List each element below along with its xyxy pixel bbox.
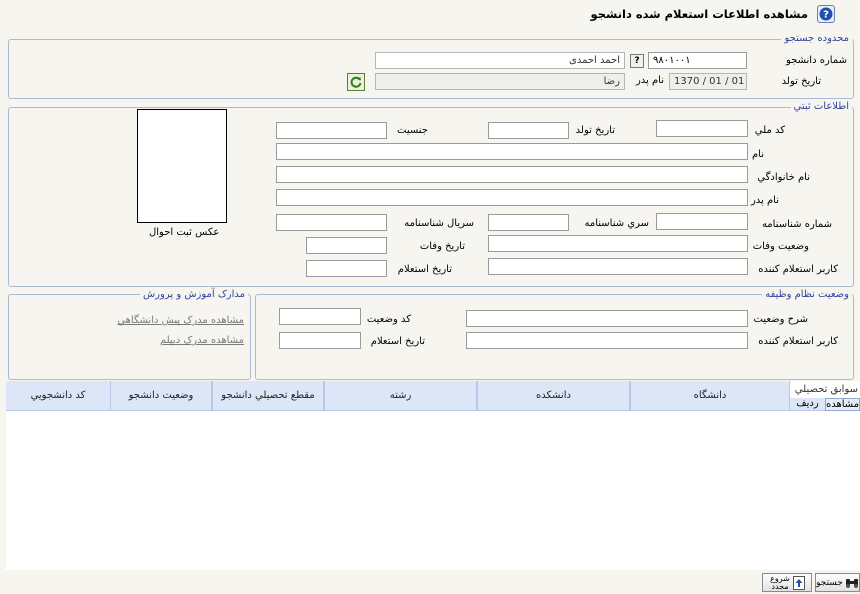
father-name-label: نام پدر bbox=[750, 195, 779, 206]
birthdate-label: تاریخ تولد bbox=[781, 76, 821, 87]
reg-birthdate-label: تاريخ تولد bbox=[575, 125, 615, 136]
last-name-input[interactable] bbox=[276, 166, 748, 183]
first-name-label: نام bbox=[751, 149, 764, 160]
death-status-label: وضعيت وفات bbox=[752, 241, 809, 252]
father-name-input[interactable] bbox=[276, 189, 748, 206]
page-title: مشاهده اطلاعات استعلام شده دانشجو bbox=[590, 7, 809, 21]
col-student-code: کد دانشجويي bbox=[30, 390, 86, 401]
col-row-number: رديف bbox=[790, 398, 825, 411]
reg-inquiry-user-label: کاربر استعلام کننده bbox=[758, 264, 838, 275]
col-degree: مقطع تحصيلي دانشجو bbox=[212, 381, 324, 411]
col-status: وضعيت دانشجو bbox=[110, 381, 212, 411]
search-frame bbox=[8, 39, 854, 99]
reg-inquiry-user-input[interactable] bbox=[488, 258, 748, 275]
mil-inquiry-date-label: تاريخ استعلام bbox=[370, 336, 425, 347]
svg-text:?: ? bbox=[823, 10, 829, 21]
father-label: نام پدر bbox=[635, 75, 664, 86]
id-number-label: شماره شناسنامه bbox=[761, 219, 832, 230]
col-university: دانشگاه bbox=[630, 381, 790, 411]
restart-icon bbox=[793, 575, 805, 590]
search-button-label: جستجو bbox=[816, 577, 843, 588]
birthdate-input[interactable]: 1370 / 01 / 01 bbox=[669, 73, 747, 90]
restart-button-label: شروع مجدد bbox=[770, 573, 790, 591]
mil-inquiry-user-label: کاربر استعلام کننده bbox=[758, 336, 838, 347]
diploma-link[interactable]: مشاهده مدرک ديپلم bbox=[160, 335, 244, 346]
search-button[interactable]: جستجو bbox=[815, 573, 860, 592]
lookup-button[interactable]: ? bbox=[630, 54, 644, 68]
status-desc-label: شرح وضعيت bbox=[753, 314, 808, 325]
status-desc-input[interactable] bbox=[466, 310, 748, 327]
photo-box bbox=[137, 109, 227, 223]
id-series-input[interactable] bbox=[488, 214, 569, 231]
col-view[interactable]: مشاهده bbox=[825, 398, 860, 411]
gender-label: جنسيت bbox=[397, 125, 428, 136]
education-legend: مدارک آموزش و پرورش bbox=[139, 289, 248, 300]
id-serial-label: سريال شناسنامه bbox=[404, 218, 474, 229]
photo-caption: عكس ثبت احوال bbox=[149, 227, 220, 238]
binoculars-icon bbox=[845, 578, 858, 588]
gender-input[interactable] bbox=[276, 122, 387, 139]
death-date-input[interactable] bbox=[306, 237, 387, 254]
status-code-label: کد وضعيت bbox=[366, 314, 411, 325]
id-number-input[interactable] bbox=[656, 213, 748, 230]
reg-birthdate-input[interactable] bbox=[488, 122, 569, 139]
first-name-input[interactable] bbox=[276, 143, 748, 160]
student-no-label: شماره دانشجو bbox=[785, 55, 847, 66]
restart-button[interactable]: شروع مجدد bbox=[762, 573, 812, 592]
history-title: سوابق تحصيلي bbox=[794, 384, 858, 395]
id-serial-input[interactable] bbox=[276, 214, 387, 231]
col-major: رشته bbox=[324, 381, 477, 411]
national-code-input[interactable] bbox=[656, 120, 748, 137]
mil-inquiry-user-input[interactable] bbox=[466, 332, 748, 349]
registry-legend: اطلاعات ثبتي bbox=[790, 101, 852, 112]
reg-inquiry-date-label: تاريخ استعلام bbox=[397, 264, 452, 275]
student-no-input[interactable]: ۹۸۰۱۰۰۱ bbox=[648, 52, 747, 69]
military-legend: وضعيت نظام وظيفه bbox=[762, 289, 852, 300]
help-icon[interactable]: ? bbox=[817, 5, 835, 23]
last-name-label: نام خانوادگي bbox=[757, 172, 810, 183]
status-code-input[interactable] bbox=[279, 308, 361, 325]
reg-inquiry-date-input[interactable] bbox=[306, 260, 387, 277]
search-legend: محدوده جستجو bbox=[781, 33, 852, 44]
father-input[interactable]: رضا bbox=[375, 73, 625, 90]
col-faculty: دانشکده bbox=[477, 381, 630, 411]
id-series-label: سري شناسنامه bbox=[584, 218, 649, 229]
mil-inquiry-date-input[interactable] bbox=[279, 332, 361, 349]
preuniversity-link[interactable]: مشاهده مدرک پيش دانشگاهي bbox=[117, 315, 244, 326]
refresh-button[interactable] bbox=[347, 73, 365, 91]
death-date-label: تاريخ وفات bbox=[419, 241, 465, 252]
death-status-input[interactable] bbox=[488, 235, 748, 252]
student-name-input[interactable]: احمد احمدی bbox=[375, 52, 625, 69]
national-code-label: کد ملي bbox=[754, 125, 785, 136]
refresh-icon bbox=[350, 76, 362, 88]
